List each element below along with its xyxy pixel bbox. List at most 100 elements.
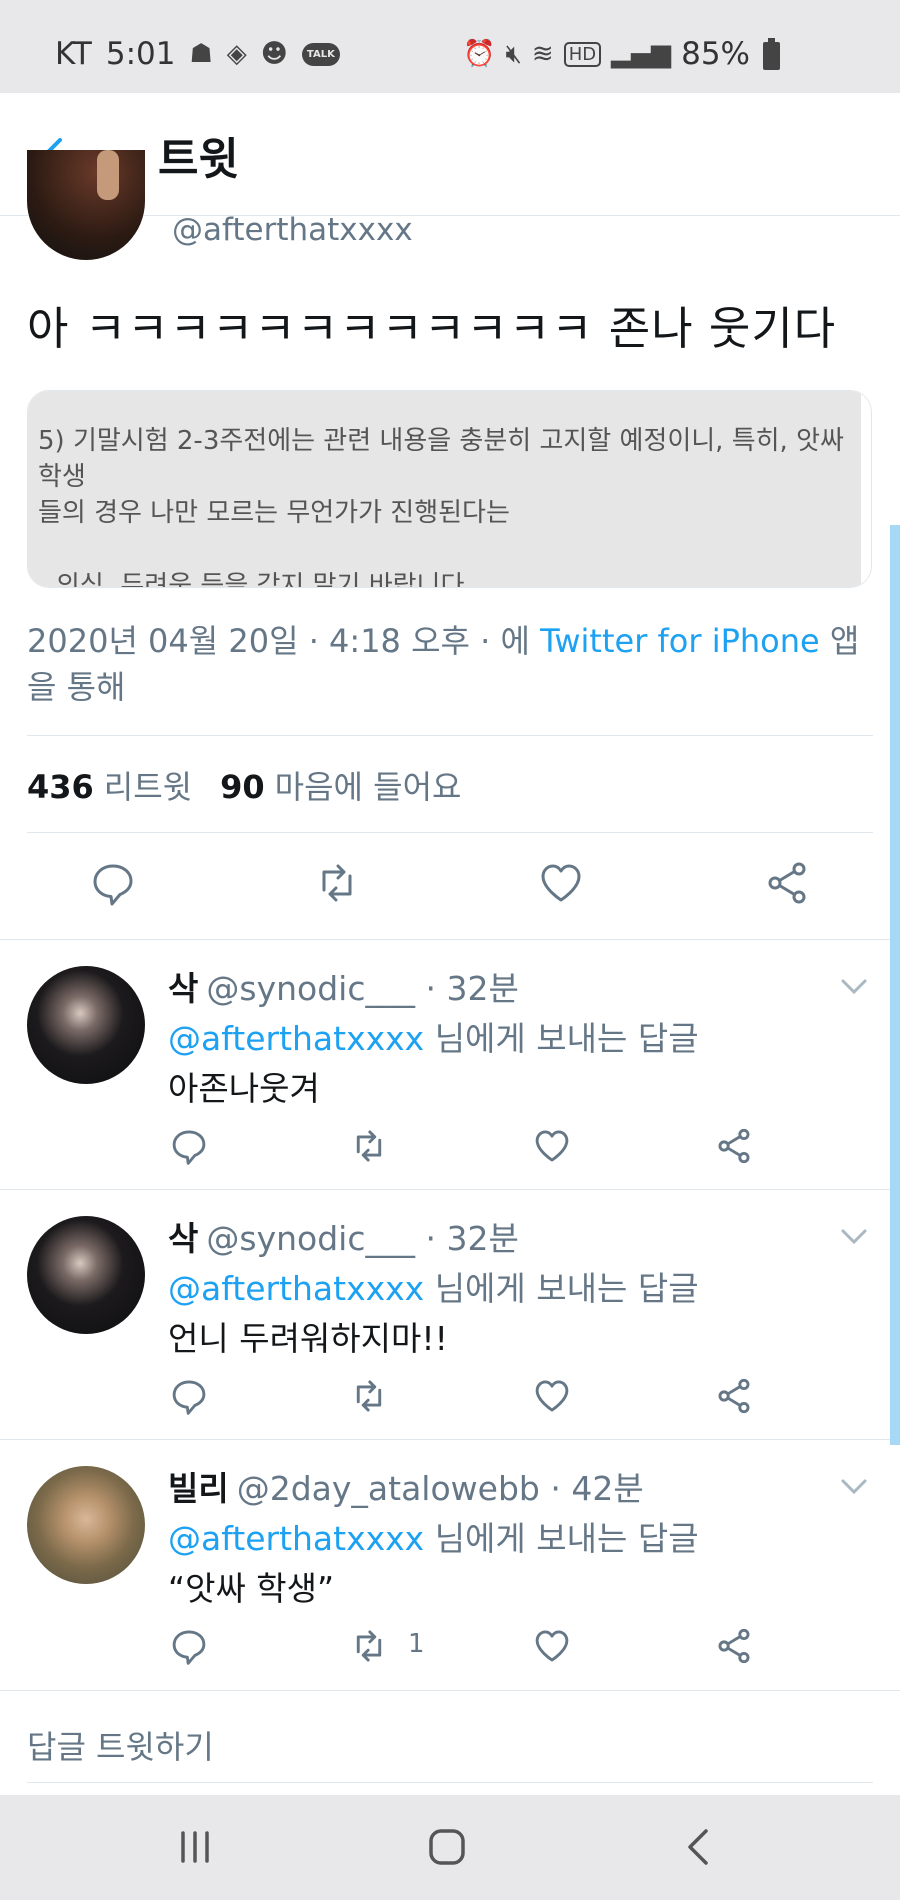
status-left: KT 5:01 ☗ ◈ ☻ TALK [55, 36, 340, 72]
reply-time: · 32분 [425, 1219, 519, 1258]
reply-text: 아존나웃겨 [168, 1069, 320, 1108]
tweet-text: 아 ㅋㅋㅋㅋㅋㅋㅋㅋㅋㅋㅋㅋ 존나 웃기다 [27, 302, 837, 355]
reply-text: 언니 두려워하지마!! [168, 1319, 448, 1358]
character-notification-icon: ☻ [260, 39, 288, 69]
reply-actions [0, 1377, 900, 1417]
reply-author-handle[interactable]: @synodic___ [206, 969, 415, 1008]
reply-author-name[interactable]: 삭 [168, 1219, 198, 1258]
share-icon[interactable] [764, 860, 810, 906]
retweet-icon[interactable] [350, 1127, 388, 1165]
status-right: ⏰ 🔇︎ ≋ HD ▂▄▆ 85% [463, 36, 750, 72]
reply-header: 빌리 @2day_atalowebb · 42분 [168, 1462, 644, 1510]
home-icon[interactable] [425, 1825, 469, 1869]
signal-icon: ▂▄▆ [611, 39, 672, 69]
replying-to: @afterthatxxxx 님에게 보내는 답글 [168, 1262, 699, 1310]
divider [0, 1189, 900, 1190]
retweet-icon[interactable] [350, 1377, 388, 1415]
scrollbar[interactable] [890, 525, 900, 1445]
image-text-2: 들의 경우 나만 모르는 무언가가 진행된다는 [38, 498, 510, 528]
reply-author-handle[interactable]: @2day_atalowebb [237, 1469, 540, 1508]
reply-actions: 1 [0, 1627, 900, 1667]
reply-icon[interactable] [170, 1377, 208, 1415]
status-bar: KT 5:01 ☗ ◈ ☻ TALK ⏰ 🔇︎ ≋ HD ▂▄▆ 85% [0, 0, 900, 93]
divider [0, 939, 900, 940]
author-handle[interactable]: @afterthatxxxx [172, 212, 413, 248]
image-text-1: 5) 기말시험 2-3주전에는 관련 내용을 충분히 고지할 예정이니, 특히,… [38, 426, 844, 492]
reply-actions [0, 1127, 900, 1167]
retweets-label: 리트윗 [103, 768, 193, 806]
divider [0, 1690, 900, 1691]
divider [27, 1782, 873, 1783]
like-heart-icon[interactable] [533, 1127, 571, 1165]
avatar[interactable] [27, 1466, 145, 1584]
mention-link[interactable]: @afterthatxxxx [168, 1019, 424, 1058]
system-nav-bar [0, 1795, 900, 1900]
reply-icon[interactable] [90, 860, 136, 906]
tweet-timestamp: 2020년 04월 20일 · 4:18 오후 · 에 [27, 622, 541, 660]
reply-tweet[interactable]: 삭 @synodic___ · 32분 @afterthatxxxx 님에게 보내… [0, 962, 900, 1188]
reply-author-name[interactable]: 삭 [168, 969, 198, 1008]
image-text-line: 5) 기말시험 2-3주전에는 관련 내용을 충분히 고지할 예정이니, 특히,… [38, 423, 851, 531]
reply-time: · 42분 [550, 1469, 644, 1508]
author-avatar[interactable] [27, 150, 145, 260]
divider [0, 1439, 900, 1440]
share-icon[interactable] [715, 1127, 753, 1165]
image-text-3: 의심, 두려움 등을 갖지 말기 바랍니다. [56, 571, 473, 588]
back-icon[interactable] [678, 1825, 722, 1869]
tweet-stats: 436 리트윗 90 마음에 들어요 [27, 762, 461, 808]
reply-time: · 32분 [425, 969, 519, 1008]
divider [27, 735, 873, 736]
mention-link[interactable]: @afterthatxxxx [168, 1519, 424, 1558]
replying-to: @afterthatxxxx 님에게 보내는 답글 [168, 1512, 699, 1560]
retweet-icon[interactable] [350, 1627, 388, 1665]
attached-image-card[interactable]: 5) 기말시험 2-3주전에는 관련 내용을 충분히 고지할 예정이니, 특히,… [27, 390, 872, 588]
reply-author-name[interactable]: 빌리 [168, 1469, 229, 1508]
mute-icon: 🔇︎ [505, 38, 522, 69]
chevron-down-icon[interactable] [838, 970, 870, 1002]
reply-header: 삭 @synodic___ · 32분 [168, 962, 519, 1010]
app-notification-icon: ☗ [189, 39, 213, 69]
kakaotalk-icon: TALK [301, 42, 340, 66]
likes-count: 90 [220, 768, 265, 806]
reply-author-handle[interactable]: @synodic___ [206, 1219, 415, 1258]
tweet-meta: 2020년 04월 20일 · 4:18 오후 · 에 Twitter for … [27, 618, 877, 710]
avatar[interactable] [27, 1216, 145, 1334]
retweets-stat[interactable]: 436 리트윗 [27, 762, 192, 808]
attached-image: 5) 기말시험 2-3주전에는 관련 내용을 충분히 고지할 예정이니, 특히,… [28, 391, 861, 588]
likes-label: 마음에 들어요 [274, 768, 462, 806]
chevron-down-icon[interactable] [838, 1220, 870, 1252]
reply-tweet[interactable]: 빌리 @2day_atalowebb · 42분 @afterthatxxxx 님… [0, 1462, 900, 1688]
like-heart-icon[interactable] [533, 1627, 571, 1665]
hd-voice-icon: HD [563, 41, 602, 67]
reply-compose-field[interactable]: 답글 트윗하기 [27, 1722, 214, 1768]
reply-text: “앗싸 학생” [168, 1569, 335, 1608]
share-icon[interactable] [715, 1377, 753, 1415]
reply-tweet[interactable]: 삭 @synodic___ · 32분 @afterthatxxxx 님에게 보내… [0, 1212, 900, 1438]
likes-stat[interactable]: 90 마음에 들어요 [220, 762, 461, 808]
avatar[interactable] [27, 966, 145, 1084]
replying-to-label: 님에게 보내는 답글 [424, 1519, 699, 1558]
battery-percent: 85% [681, 36, 750, 72]
replying-to-label: 님에게 보내는 답글 [424, 1019, 699, 1058]
battery-icon [763, 38, 780, 70]
share-icon[interactable] [715, 1627, 753, 1665]
reply-icon[interactable] [170, 1627, 208, 1665]
reply-icon[interactable] [170, 1127, 208, 1165]
like-heart-icon[interactable] [533, 1377, 571, 1415]
tweet-source-link[interactable]: Twitter for iPhone [540, 622, 820, 660]
like-heart-icon[interactable] [538, 860, 584, 906]
chevron-down-icon[interactable] [838, 1470, 870, 1502]
clock: 5:01 [105, 36, 176, 72]
recent-apps-icon[interactable] [173, 1825, 217, 1869]
retweet-icon[interactable] [314, 860, 360, 906]
alarm-icon: ⏰ [463, 39, 496, 69]
divider [27, 832, 873, 833]
tweet-actions [0, 860, 900, 916]
replying-to-label: 님에게 보내는 답글 [424, 1269, 699, 1308]
page-title: 트윗 [158, 134, 239, 185]
replying-to: @afterthatxxxx 님에게 보내는 답글 [168, 1012, 699, 1060]
mention-link[interactable]: @afterthatxxxx [168, 1269, 424, 1308]
retweet-count: 1 [408, 1629, 425, 1659]
diamond-notification-icon: ◈ [226, 39, 247, 69]
wifi-icon: ≋ [531, 39, 554, 69]
